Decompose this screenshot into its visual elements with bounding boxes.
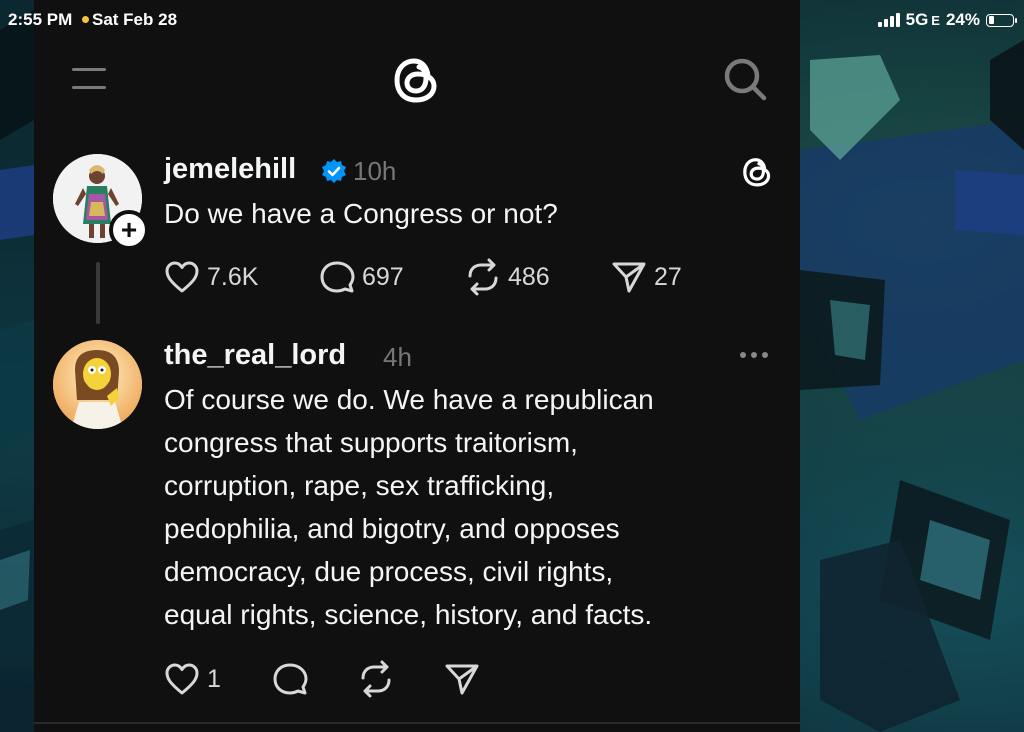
comment-icon xyxy=(273,663,308,695)
share-count: 27 xyxy=(654,262,682,291)
post-text-line: congress that supports traitorism, xyxy=(164,427,578,458)
battery-icon xyxy=(986,13,1017,27)
search-icon[interactable] xyxy=(722,56,768,102)
thread-connector-line xyxy=(96,262,100,324)
post-text-line: corruption, rape, sex trafficking, xyxy=(164,470,555,501)
status-bar: 2:55 PM Sat Feb 28 5G E 24% xyxy=(0,0,1024,40)
follow-plus-button[interactable]: + xyxy=(109,210,149,250)
recording-indicator xyxy=(82,16,89,23)
send-icon xyxy=(612,262,646,293)
status-time: 2:55 PM xyxy=(8,10,73,29)
threads-small-icon xyxy=(743,158,771,187)
comment-icon xyxy=(320,261,355,293)
comment-count: 697 xyxy=(362,262,404,291)
network-sub-label: E xyxy=(931,12,940,28)
repost-count: 486 xyxy=(508,262,550,291)
signal-icon xyxy=(877,13,900,27)
share-button[interactable] xyxy=(443,660,487,698)
avatar-image xyxy=(53,340,142,429)
send-icon xyxy=(445,664,479,695)
like-button[interactable]: 7.6K xyxy=(163,258,258,296)
status-right: 5G E 24% xyxy=(877,10,1017,30)
threads-logo-icon[interactable] xyxy=(390,52,442,108)
like-count: 7.6K xyxy=(207,262,259,291)
repost-button[interactable] xyxy=(357,660,401,698)
comment-button[interactable] xyxy=(271,660,315,698)
post-username[interactable]: the_real_lord xyxy=(164,339,346,372)
post-time: 4h xyxy=(383,342,412,372)
post-time: 10h xyxy=(353,156,397,186)
heart-icon xyxy=(165,663,199,695)
post-text-line: equal rights, science, history, and fact… xyxy=(164,599,653,630)
post-text: Do we have a Congress or not? xyxy=(164,192,558,235)
avatar-the-real-lord[interactable] xyxy=(53,340,142,429)
battery-percent: 24% xyxy=(945,10,980,29)
like-button[interactable]: 1 xyxy=(163,660,221,698)
battery-fill xyxy=(988,16,994,24)
repost-icon xyxy=(361,660,391,698)
post-text-line: pedophilia, and bigotry, and opposes xyxy=(164,513,620,544)
divider xyxy=(34,722,800,724)
repost-icon xyxy=(468,258,498,296)
heart-icon xyxy=(165,261,199,293)
post-text-line: democracy, due process, civil rights, xyxy=(164,556,614,587)
verified-badge-icon xyxy=(322,159,346,183)
post-text-line: Do we have a Congress or not? xyxy=(164,198,558,229)
post-username[interactable]: jemelehill xyxy=(164,153,296,186)
network-label: 5G xyxy=(905,10,929,29)
post-text: Of course we do. We have a republican co… xyxy=(164,378,654,636)
more-options-button[interactable] xyxy=(740,352,768,358)
repost-button[interactable]: 486 xyxy=(464,258,550,296)
hamburger-menu-icon[interactable] xyxy=(72,66,106,92)
status-date: Sat Feb 28 xyxy=(92,10,178,29)
share-button[interactable]: 27 xyxy=(610,258,682,296)
like-count: 1 xyxy=(207,664,221,693)
post-text-line: Of course we do. We have a republican xyxy=(164,384,654,415)
comment-button[interactable]: 697 xyxy=(318,258,404,296)
